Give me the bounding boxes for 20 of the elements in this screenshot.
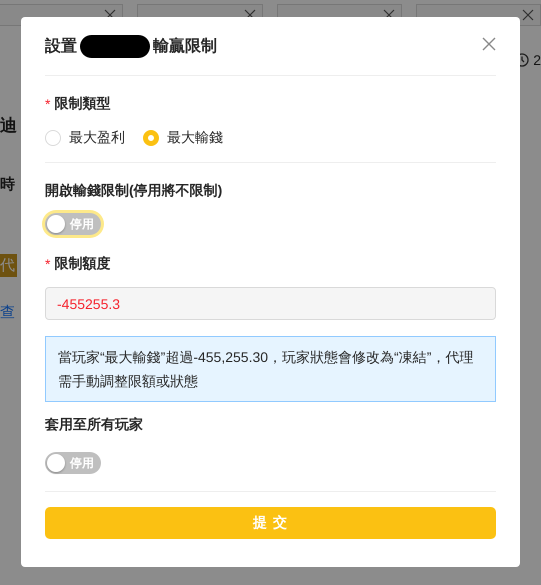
field-label: 限制額度 bbox=[54, 255, 110, 273]
tag-label: 代 bbox=[0, 254, 17, 277]
clock-text: 2 bbox=[533, 52, 541, 68]
required-mark: * bbox=[45, 96, 50, 112]
redaction-mark bbox=[80, 34, 150, 58]
radio-option[interactable]: 最大輸錢 bbox=[143, 128, 223, 148]
dialog-title: 輸贏限制 bbox=[153, 36, 217, 56]
notice-text: 當玩家“最大輸錢”超過-455,255.30，玩家狀態會修改為“凍結”，代理需手動調整限額或狀態 bbox=[45, 336, 496, 402]
toggle-switch[interactable]: 停用 bbox=[45, 452, 101, 474]
submit-button[interactable]: 提 交 bbox=[45, 507, 496, 539]
required-mark: * bbox=[45, 256, 50, 272]
view-link[interactable]: 查 bbox=[0, 303, 15, 322]
radio-option[interactable]: 最大盈利 bbox=[45, 128, 125, 148]
dialog-title: 設置 bbox=[45, 36, 77, 56]
field-label: 限制類型 bbox=[54, 95, 110, 113]
field-label: 開啟輸錢限制(停用將不限制) bbox=[45, 182, 222, 200]
page-heading: 迪 bbox=[0, 115, 17, 137]
field-label: 時 bbox=[0, 175, 15, 194]
field-label: 套用至所有玩家 bbox=[45, 416, 143, 434]
toggle-switch[interactable]: 停用 bbox=[45, 213, 101, 235]
